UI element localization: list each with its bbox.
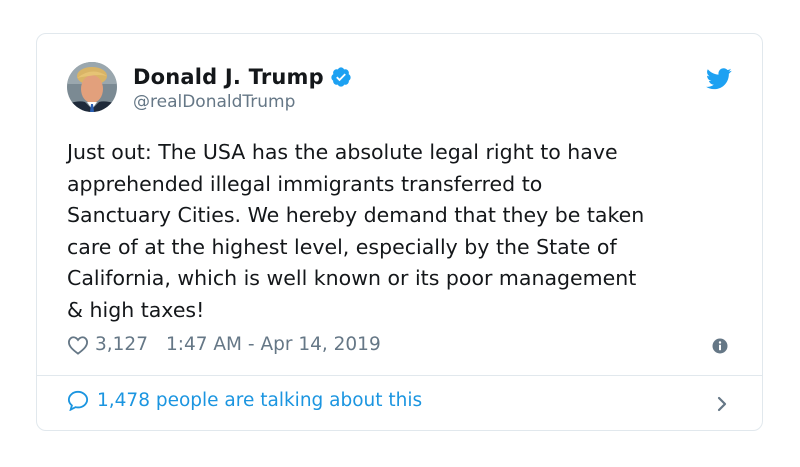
divider — [37, 375, 762, 376]
heart-icon[interactable] — [67, 335, 89, 355]
chevron-right-icon[interactable] — [716, 395, 728, 413]
timestamp[interactable]: 1:47 AM - Apr 14, 2019 — [166, 334, 381, 355]
tweet-text: Just out: The USA has the absolute legal… — [67, 140, 645, 322]
speech-bubble-icon — [67, 390, 89, 411]
avatar[interactable] — [67, 62, 117, 112]
tweet-meta: 3,127 1:47 AM - Apr 14, 2019 — [67, 334, 381, 355]
avatar-image — [67, 62, 117, 112]
conversation-link[interactable]: 1,478 people are talking about this — [67, 390, 422, 411]
info-icon[interactable] — [712, 338, 728, 354]
like-count[interactable]: 3,127 — [95, 334, 148, 355]
verified-badge-icon — [331, 67, 351, 87]
author-handle[interactable]: @realDonaldTrump — [133, 92, 295, 112]
twitter-bird-icon[interactable] — [706, 68, 732, 90]
conversation-label[interactable]: 1,478 people are talking about this — [97, 390, 422, 411]
author-name[interactable]: Donald J. Trump — [133, 65, 324, 89]
tweet-card[interactable]: Donald J. Trump @realDonaldTrump Just ou… — [36, 33, 763, 431]
author-name-row[interactable]: Donald J. Trump — [133, 65, 352, 89]
